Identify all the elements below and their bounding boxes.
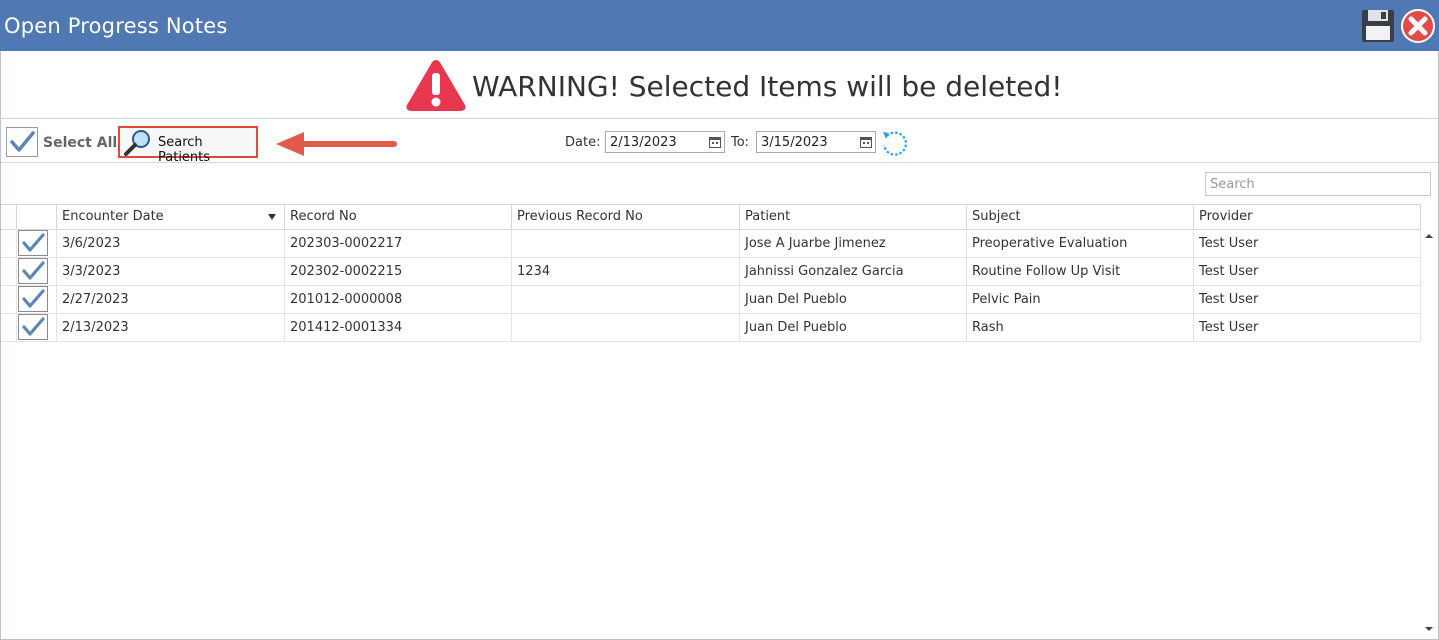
table-row[interactable]: 3/6/2023 202303-0002217 Jose A Juarbe Jime…: [1, 229, 1421, 258]
row-indicator-cell: [1, 285, 17, 313]
title-bar: Open Progress Notes: [0, 0, 1439, 51]
checkmark-icon: [22, 261, 45, 280]
cell-record-no: 202302-0002215: [285, 257, 512, 285]
cell-record-no: 201012-0000008: [285, 285, 512, 313]
cell-record-no: 201412-0001334: [285, 313, 512, 341]
column-header-patient[interactable]: Patient: [740, 205, 967, 229]
column-header-previous-record-no[interactable]: Previous Record No: [512, 205, 740, 229]
row-check-cell: [17, 285, 57, 313]
column-header-encounter-date[interactable]: Encounter Date: [57, 205, 285, 229]
sort-desc-icon: [268, 214, 276, 220]
cell-patient: Juan Del Pueblo: [740, 285, 967, 313]
calendar-icon[interactable]: [709, 136, 721, 148]
column-header-label: Provider: [1199, 209, 1253, 224]
cell-previous-record-no: [512, 229, 740, 257]
cell-subject: Preoperative Evaluation: [967, 229, 1194, 257]
row-check-cell: [17, 229, 57, 257]
warning-icon: [406, 60, 466, 111]
toolbar: Select All Search Patients Date: 2/13/20…: [0, 119, 1439, 165]
warning-text: WARNING! Selected Items will be deleted!: [472, 70, 1063, 103]
row-checkbox[interactable]: [18, 286, 48, 312]
cell-encounter-date: 3/6/2023: [57, 229, 285, 257]
cell-provider: Test User: [1194, 313, 1421, 341]
cell-encounter-date: 2/13/2023: [57, 313, 285, 341]
close-icon[interactable]: [1400, 8, 1436, 44]
date-label: Date:: [565, 135, 601, 150]
header-indicator-cell: [1, 205, 17, 229]
cell-provider: Test User: [1194, 285, 1421, 313]
date-to-field[interactable]: 3/15/2023: [756, 131, 876, 153]
cell-record-no: 202303-0002217: [285, 229, 512, 257]
column-header-label: Encounter Date: [62, 209, 164, 224]
cell-encounter-date: 3/3/2023: [57, 257, 285, 285]
table-row[interactable]: 2/13/2023 201412-0001334 Juan Del Pueblo Ra…: [1, 313, 1421, 342]
checkmark-icon: [22, 289, 45, 308]
row-check-cell: [17, 257, 57, 285]
search-patients-label: Search Patients: [158, 135, 211, 165]
date-from-value: 2/13/2023: [610, 135, 677, 150]
cell-provider: Test User: [1194, 229, 1421, 257]
magnifier-icon: [124, 130, 150, 156]
cell-subject: Pelvic Pain: [967, 285, 1194, 313]
row-indicator-cell: [1, 257, 17, 285]
window-title: Open Progress Notes: [4, 14, 228, 38]
row-checkbox[interactable]: [18, 258, 48, 284]
row-checkbox[interactable]: [18, 230, 48, 256]
header-check-cell: [17, 205, 57, 229]
checkmark-icon: [10, 131, 35, 152]
column-header-label: Previous Record No: [517, 209, 643, 224]
cell-patient: Juan Del Pueblo: [740, 313, 967, 341]
column-header-label: Patient: [745, 209, 791, 224]
cell-subject: Routine Follow Up Visit: [967, 257, 1194, 285]
row-indicator-cell: [1, 313, 17, 341]
table-row[interactable]: 2/27/2023 201012-0000008 Juan Del Pueblo Pe…: [1, 285, 1421, 314]
grid-header: Encounter Date Record No Previous Record…: [1, 204, 1421, 230]
scroll-down-icon[interactable]: [1422, 623, 1436, 635]
cell-subject: Rash: [967, 313, 1194, 341]
search-patients-button[interactable]: Search Patients: [118, 126, 258, 165]
table-row[interactable]: 3/3/2023 202302-0002215 1234 Jahnissi Gonza…: [1, 257, 1421, 286]
row-indicator-cell: [1, 229, 17, 257]
checkmark-icon: [22, 233, 45, 252]
cell-previous-record-no: 1234: [512, 257, 740, 285]
column-header-provider[interactable]: Provider: [1194, 205, 1421, 229]
cell-encounter-date: 2/27/2023: [57, 285, 285, 313]
cell-previous-record-no: [512, 285, 740, 313]
row-checkbox[interactable]: [18, 314, 48, 340]
cell-patient: Jose A Juarbe Jimenez: [740, 229, 967, 257]
select-all-checkbox[interactable]: [6, 127, 38, 157]
date-to-value: 3/15/2023: [761, 135, 828, 150]
annotation-arrow-icon: [276, 132, 397, 156]
column-header-label: Record No: [290, 209, 357, 224]
save-icon[interactable]: [1360, 8, 1396, 44]
select-all-label: Select All: [43, 135, 118, 151]
to-label: To:: [731, 135, 750, 150]
column-header-subject[interactable]: Subject: [967, 205, 1194, 229]
column-header-label: Subject: [972, 209, 1021, 224]
cell-previous-record-no: [512, 313, 740, 341]
column-header-record-no[interactable]: Record No: [285, 205, 512, 229]
cell-patient: Jahnissi Gonzalez Garcia: [740, 257, 967, 285]
progress-notes-grid: Search Encounter Date Record No Previous…: [1, 162, 1438, 639]
grid-search-input[interactable]: Search: [1205, 172, 1431, 196]
calendar-icon[interactable]: [860, 136, 872, 148]
scroll-up-icon[interactable]: [1422, 230, 1436, 242]
cell-provider: Test User: [1194, 257, 1421, 285]
refresh-icon[interactable]: [880, 129, 908, 157]
date-from-field[interactable]: 2/13/2023: [605, 131, 725, 153]
checkmark-icon: [22, 317, 45, 336]
row-check-cell: [17, 313, 57, 341]
warning-banner: WARNING! Selected Items will be deleted!: [0, 51, 1439, 119]
